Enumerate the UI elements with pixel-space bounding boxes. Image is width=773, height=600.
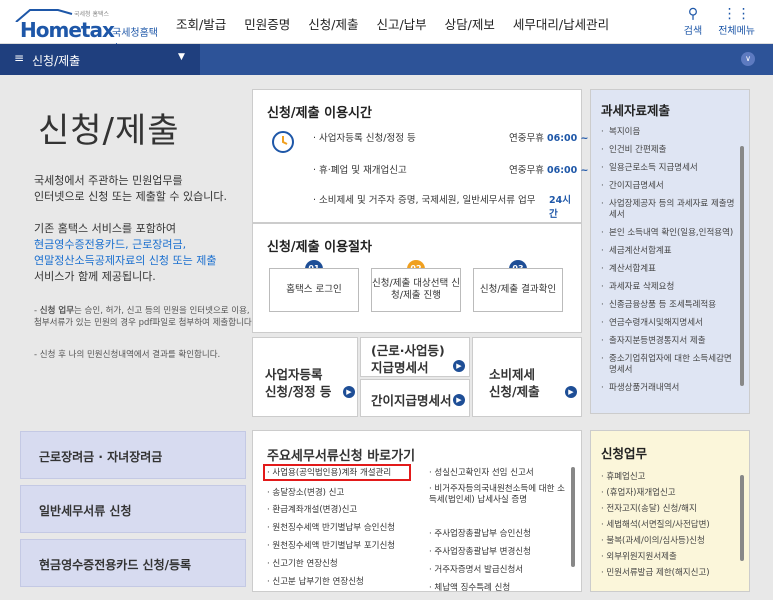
arrow-right-icon: ▶ xyxy=(343,386,355,398)
page-title: 신청/제출 xyxy=(38,111,180,151)
apply-item[interactable]: 불복(과세/이의/심사등)신청 xyxy=(601,536,739,546)
top-icons: ⚲ 검색 ⋮⋮ 전체메뉴 xyxy=(684,6,755,37)
apply-item[interactable]: 외부위원지원서제출 xyxy=(601,552,739,562)
time-row: · 사업자등록 신청/정정 등 연중무휴 06:00 ~ 24:00 xyxy=(313,133,623,144)
main-nav: 조회/발급 민원증명 신청/제출 신고/납부 상담/제보 세무대리/납세관리 xyxy=(176,14,627,33)
hamburger-icon: ≡ xyxy=(14,51,25,65)
scrollbar[interactable] xyxy=(740,146,744,386)
consumption-tax-button[interactable]: 소비제세 신청/제출 ▶ xyxy=(472,337,582,417)
tax-data-item[interactable]: 계산서합계표 xyxy=(601,264,739,275)
tax-data-item[interactable]: 간이지급명세서 xyxy=(601,181,739,192)
scrollbar[interactable] xyxy=(740,475,744,561)
hero-desc-1: 국세청에서 주관하는 민원업무를 인터넷으로 신청 또는 제출할 수 있습니다. xyxy=(34,174,228,203)
arrow-right-icon: ▶ xyxy=(453,394,465,406)
tax-data-item[interactable]: 중소기업취업자에 대한 소득세감면명세서 xyxy=(601,354,739,376)
quick-links-panel: 주요세무서류신청 바로가기 사업용(공익법인용)계좌 개설관리송달장소(변경) … xyxy=(252,430,582,594)
hometax-logo[interactable]: 국세청 홈택스 Hometax 국세청홈택스 xyxy=(14,8,164,54)
search-button[interactable]: ⚲ 검색 xyxy=(684,6,702,37)
tax-data-item[interactable]: 연금수령개시및해지명세서 xyxy=(601,318,739,329)
quick-link[interactable]: 성실신고확인자 선임 신고서 xyxy=(429,468,569,479)
quick-title: 주요세무서류신청 바로가기 xyxy=(267,449,416,464)
hero-note-2: - 신청 후 나의 민원신청내역에서 결과를 확인합니다. xyxy=(34,350,221,360)
quick-link[interactable]: 체납액 징수특례 신청 xyxy=(429,583,569,594)
step-select: 신청/제출 대상선택 신청/제출 진행 xyxy=(371,268,461,312)
apply-item[interactable]: (휴업자)재개업신고 xyxy=(601,488,739,498)
arrow-right-icon: ▶ xyxy=(453,360,465,372)
tax-data-item[interactable]: 인건비 간편제출 xyxy=(601,145,739,156)
subnav-current: 신청/제출 xyxy=(32,54,81,68)
apply-item[interactable]: 세법해석(서면질의/사전답변) xyxy=(601,520,739,530)
payment-statement-button[interactable]: (근로·사업등) 지급명세서 ▶ xyxy=(360,337,470,377)
apply-item[interactable]: 전자고지(송달) 신청/해지 xyxy=(601,504,739,514)
scrollbar[interactable] xyxy=(571,467,575,567)
tax-data-item[interactable]: 세금계산서합계표 xyxy=(601,246,739,257)
tax-data-item[interactable]: 출자지분등변경통지서 제출 xyxy=(601,336,739,347)
tax-data-item[interactable]: 복지이음 xyxy=(601,127,739,138)
sub-navbar: ≡ 신청/제출 ▼ ∨ xyxy=(0,44,773,75)
logo-small-text: 국세청 홈택스 xyxy=(74,11,110,18)
logo-brand: Hometax xyxy=(20,18,115,42)
subnav-dropdown[interactable]: ≡ 신청/제출 ▼ xyxy=(0,44,200,75)
time-title: 신청/제출 이용시간 xyxy=(267,106,372,121)
tax-data-title: 과세자료제출 xyxy=(601,103,671,118)
arrow-right-icon: ▶ xyxy=(565,386,577,398)
top-header: 국세청 홈택스 Hometax 국세청홈택스 조회/발급 민원증명 신청/제출 … xyxy=(0,0,773,54)
grid-icon: ⋮⋮ xyxy=(722,6,751,22)
simple-statement-button[interactable]: 간이지급명세서 ▶ xyxy=(360,379,470,417)
time-card: 신청/제출 이용시간 · 사업자등록 신청/정정 등 연중무휴 06:00 ~ 2… xyxy=(252,89,623,223)
tax-data-item[interactable]: 사업장제공자 등의 과세자료 제출명세서 xyxy=(601,199,739,221)
all-menu-label: 전체메뉴 xyxy=(718,26,755,37)
quick-link[interactable]: 신고분 납부기한 연장신청 xyxy=(267,577,417,588)
general-documents-button[interactable]: 일반세무서류 신청 xyxy=(20,485,246,533)
tax-data-item[interactable]: 본인 소득내역 확인(일용,인적용역) xyxy=(601,228,739,239)
tax-data-item[interactable]: 과세자료 삭제요청 xyxy=(601,282,739,293)
tax-data-list: 복지이음인건비 간편제출일용근로소득 지급명세서간이지급명세서사업장제공자 등의… xyxy=(601,127,739,394)
time-row: · 휴·폐업 및 재개업신고 연중무휴 06:00 ~ 24:00 xyxy=(313,165,623,176)
earned-income-button[interactable]: 근로장려금 · 자녀장려금 xyxy=(20,431,246,479)
hero-desc-2: 기존 홈택스 서비스를 포함하여 현금영수증전용카드, 근로장려금, 연말정산소득공… xyxy=(34,222,217,283)
business-registration-button[interactable]: 사업자등록 신청/정정 등 ▶ xyxy=(252,337,358,417)
nav-item-apply[interactable]: 신청/제출 xyxy=(308,14,358,33)
quick-link[interactable]: 거주자증명서 발급신청서 xyxy=(429,565,569,576)
caret-down-icon: ▼ xyxy=(178,52,185,62)
nav-item-civil[interactable]: 민원증명 xyxy=(244,14,290,33)
apply-title: 신청업무 xyxy=(601,446,648,461)
apply-list: 휴폐업신고 (휴업자)재개업신고전자고지(송달) 신청/해지세법해석(서면질의/사… xyxy=(601,472,739,578)
tax-data-item[interactable]: 파생상품거래내역서 xyxy=(601,383,739,394)
apply-panel: 신청업무 휴폐업신고 (휴업자)재개업신고전자고지(송달) 신청/해지세법해석(서… xyxy=(590,430,750,592)
clock-icon xyxy=(272,131,294,153)
quick-link[interactable]: 환급계좌개설(변경)신고 xyxy=(267,505,417,516)
quick-link[interactable]: 원천징수세액 반기별납부 승인신청 xyxy=(267,523,417,534)
tax-data-item[interactable]: 신종금융상품 등 조세특례적용 xyxy=(601,300,739,311)
time-row: · 소비제세 및 거주자 증명, 국제세원, 일반세무서류 업무 24시간 xyxy=(313,195,571,220)
hero-note-1: - 신청 업무는 승인, 허가, 신고 등의 민원을 인터넷으로 이용, 첨부서… xyxy=(34,306,255,328)
chevron-down-icon[interactable]: ∨ xyxy=(741,52,755,66)
tax-data-item[interactable]: 일용근로소득 지급명세서 xyxy=(601,163,739,174)
all-menu-button[interactable]: ⋮⋮ 전체메뉴 xyxy=(718,6,755,37)
search-label: 검색 xyxy=(683,26,703,37)
tax-data-panel: 과세자료제출 복지이음인건비 간편제출일용근로소득 지급명세서간이지급명세서사업… xyxy=(590,89,750,414)
quick-link[interactable]: 주사업장총괄납부 변경신청 xyxy=(429,547,569,558)
hero-section: 신청/제출 국세청에서 주관하는 민원업무를 인터넷으로 신청 또는 제출할 수 … xyxy=(18,93,254,413)
nav-item-counsel[interactable]: 상담/제보 xyxy=(445,14,495,33)
quick-link[interactable]: 신고기한 연장신청 xyxy=(267,559,417,570)
main-content: 신청/제출 국세청에서 주관하는 민원업무를 인터넷으로 신청 또는 제출할 수 … xyxy=(0,75,773,600)
search-icon: ⚲ xyxy=(687,6,699,22)
nav-item-inquiry[interactable]: 조회/발급 xyxy=(176,14,226,33)
step-result: 신청/제출 결과확인 xyxy=(473,268,563,312)
cash-receipt-card-button[interactable]: 현금영수증전용카드 신청/등록 xyxy=(20,539,246,587)
nav-item-report[interactable]: 신고/납부 xyxy=(376,14,426,33)
quick-link[interactable]: 원천징수세액 반기별납부 포기신청 xyxy=(267,541,417,552)
procedure-card: 신청/제출 이용절차 01 홈택스 로그인 02 신청/제출 대상선택 신청/제… xyxy=(252,223,582,333)
apply-item[interactable]: 휴폐업신고 xyxy=(601,472,739,482)
apply-item[interactable]: 민원서류발급 제한(해지신고) xyxy=(601,568,739,578)
proc-title: 신청/제출 이용절차 xyxy=(267,240,372,255)
quick-link[interactable]: 비거주자등의국내원천소득에 대한 소득세(법인세) 납세사실 증명 xyxy=(429,484,569,506)
quick-link[interactable]: 주사업장총괄납부 승인신청 xyxy=(429,529,569,540)
quick-link[interactable]: 사업용(공익법인용)계좌 개설관리 xyxy=(267,468,417,479)
step-login: 홈택스 로그인 xyxy=(269,268,359,312)
nav-item-agent[interactable]: 세무대리/납세관리 xyxy=(513,14,609,33)
quick-link[interactable]: 송달장소(변경) 신고 xyxy=(267,488,417,499)
